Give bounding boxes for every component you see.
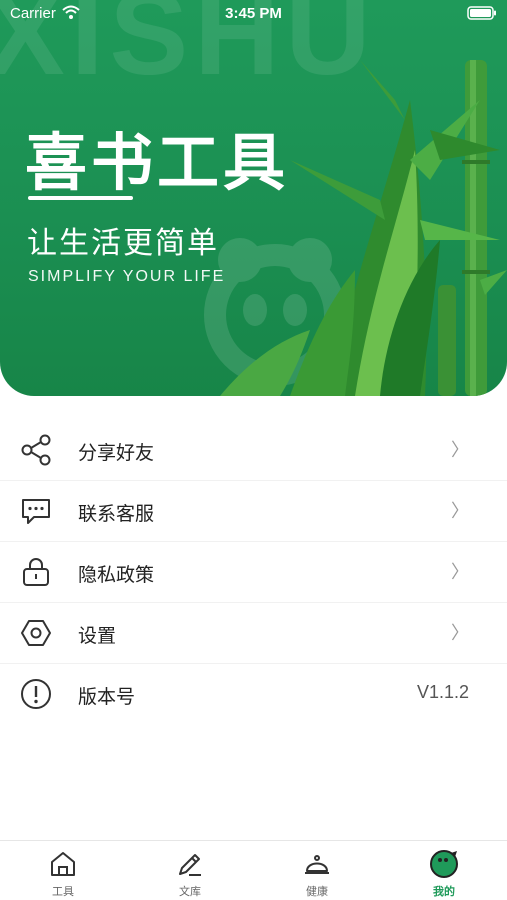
chevron-right-icon: 〉 <box>451 562 469 583</box>
menu-label-privacy: 隐私政策 <box>78 564 155 586</box>
tab-label-health: 健康 <box>306 885 328 898</box>
pencil-icon <box>179 854 201 876</box>
status-bar: Carrier 3:45 PM <box>0 0 507 30</box>
chevron-right-icon: 〉 <box>451 440 469 461</box>
chevron-right-icon: 〉 <box>451 501 469 522</box>
title-underline <box>28 196 133 200</box>
tab-label-tools: 工具 <box>52 885 74 898</box>
tab-mine[interactable]: 我的 <box>381 841 507 900</box>
tab-library[interactable]: 文库 <box>127 841 253 900</box>
home-icon <box>51 852 75 876</box>
info-icon <box>21 679 51 709</box>
tab-bar: 工具 文库 健康 我的 <box>0 840 507 900</box>
chevron-right-icon: 〉 <box>451 623 469 644</box>
app-title: 喜书工具 <box>25 126 290 199</box>
menu-item-settings[interactable]: 设置 〉 <box>0 603 507 664</box>
menu-label-version: 版本号 <box>78 686 136 708</box>
tab-health[interactable]: 健康 <box>254 841 380 900</box>
hero-banner: XISHU Carrier 3:45 PM 喜书工具 让生活更简单 SIMPLI… <box>0 0 507 396</box>
status-time: 3:45 PM <box>225 5 282 22</box>
menu-label-share: 分享好友 <box>78 442 155 464</box>
tab-tools[interactable]: 工具 <box>0 841 126 900</box>
tab-label-mine: 我的 <box>433 885 455 898</box>
bell-icon <box>305 855 329 874</box>
menu-item-share[interactable]: 分享好友 〉 <box>0 420 507 481</box>
chat-icon <box>22 499 50 524</box>
bamboo-illustration-icon <box>220 60 507 396</box>
battery-icon <box>467 6 496 20</box>
menu-label-contact: 联系客服 <box>78 503 155 525</box>
slogan: 让生活更简单 <box>27 226 219 261</box>
version-value: V1.1.2 <box>416 682 469 702</box>
menu-item-version: 版本号 V1.1.2 <box>0 664 507 725</box>
slogan-english: SIMPLIFY YOUR LIFE <box>28 268 226 285</box>
settings-icon <box>21 620 51 646</box>
settings-menu: 分享好友 〉 联系客服 〉 隐私政策 〉 设置 〉 版本号 V1.1.2 <box>0 420 507 725</box>
share-icon <box>21 434 51 466</box>
menu-item-contact[interactable]: 联系客服 〉 <box>0 481 507 542</box>
tab-label-library: 文库 <box>179 885 201 898</box>
menu-item-privacy[interactable]: 隐私政策 〉 <box>0 542 507 603</box>
menu-label-settings: 设置 <box>78 625 117 647</box>
lock-icon <box>23 558 49 586</box>
profile-icon <box>430 850 458 878</box>
